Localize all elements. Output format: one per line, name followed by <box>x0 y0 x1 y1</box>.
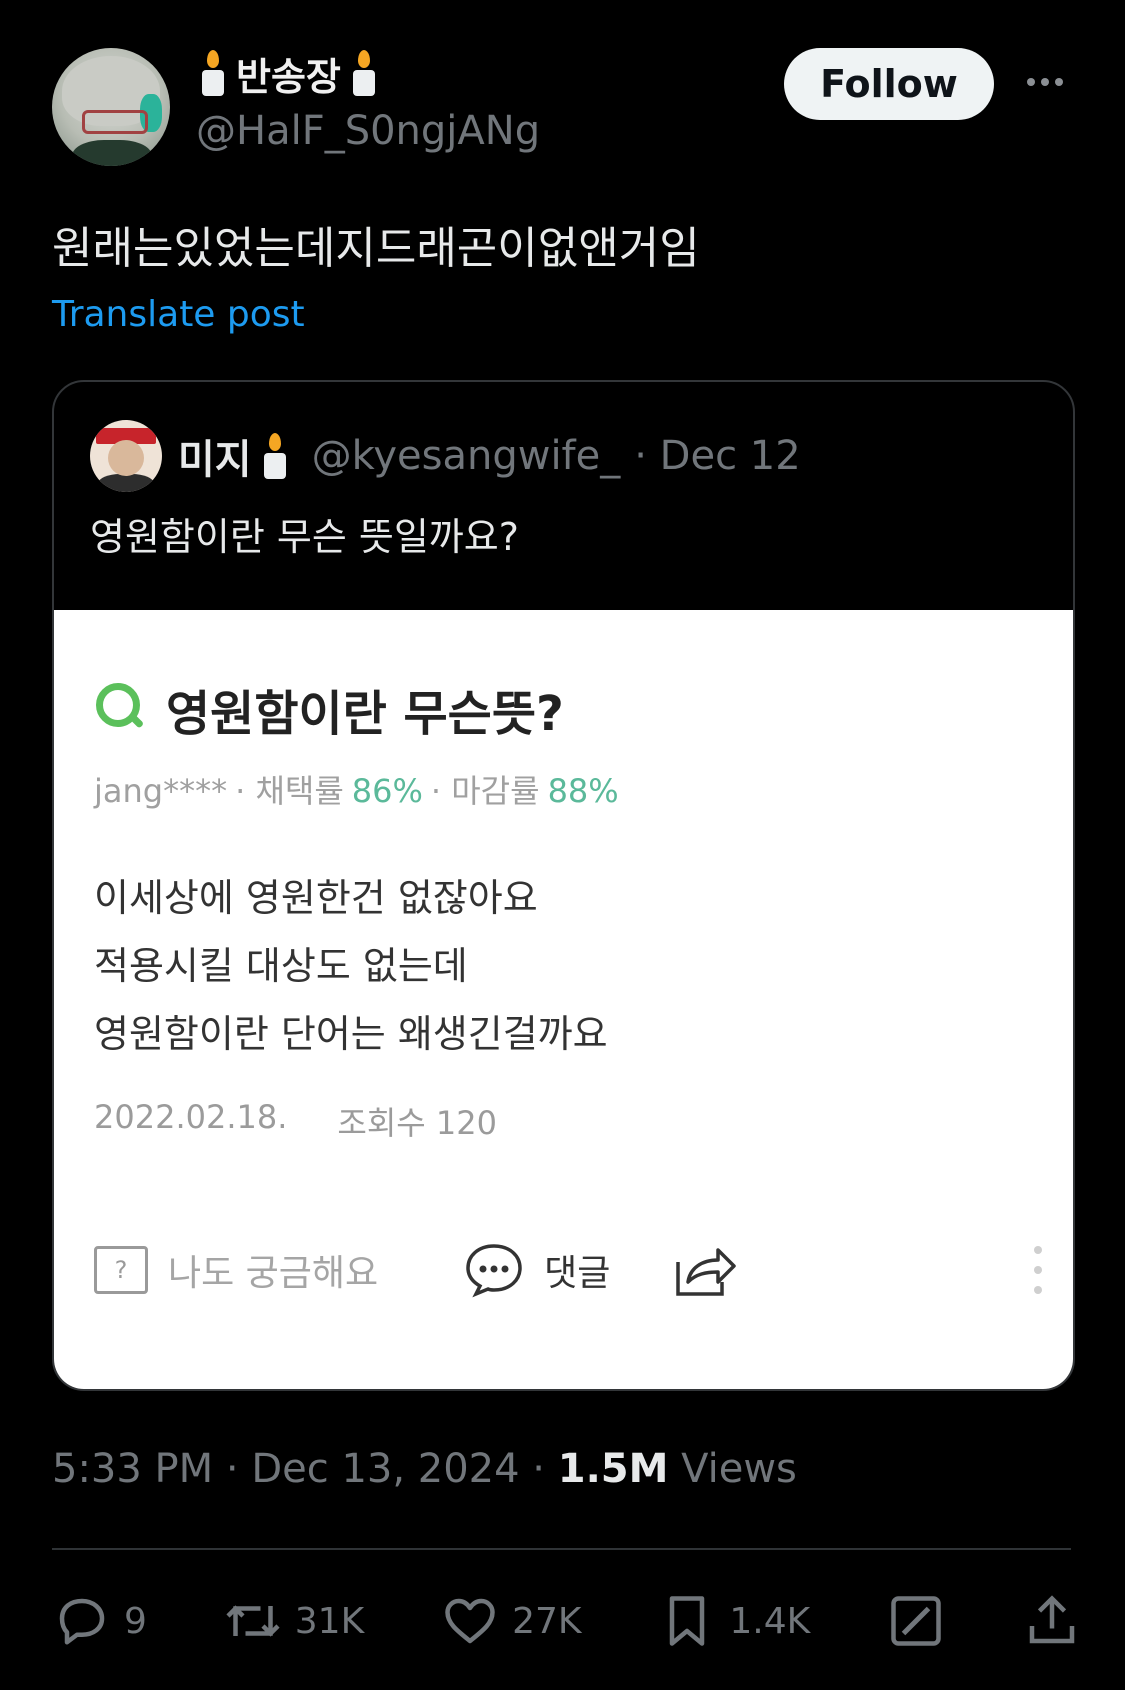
qa-body-line: 영원함이란 단어는 왜생긴걸까요 <box>94 1012 608 1056</box>
quoted-handle: @kyesangwife_ <box>311 433 621 479</box>
follow-button[interactable]: Follow <box>784 48 994 120</box>
bookmark-count: 1.4K <box>729 1600 811 1642</box>
speech-bubble-icon <box>466 1244 522 1298</box>
views-count: 1.5M <box>557 1446 669 1492</box>
candle-emoji-icon <box>262 431 288 481</box>
post-timestamp[interactable]: 5:33 PM · Dec 13, 2024 · 1.5M Views <box>52 1446 797 1492</box>
qa-title: 영원함이란 무슨뜻? <box>166 686 564 742</box>
curious-button: ? 나도 궁금해요 <box>94 1244 378 1296</box>
heart-icon <box>445 1598 495 1644</box>
reply-count: 9 <box>124 1600 147 1642</box>
repost-count: 31K <box>294 1600 365 1642</box>
comment-label: 댓글 <box>544 1253 611 1294</box>
bookmark-icon <box>670 1596 705 1646</box>
qa-body-line: 이세상에 영원한건 없잖아요 <box>94 876 538 920</box>
question-q-icon <box>94 681 150 737</box>
author-handle[interactable]: @HalF_S0ngjANg <box>196 108 540 154</box>
qa-date-row: 2022.02.18. 조회수 120 <box>94 1098 497 1144</box>
author-display-name[interactable]: 반송장 <box>236 46 341 101</box>
quoted-post-card[interactable]: 미지 @kyesangwife_ · Dec 12 영원함이란 무슨 뜻일까요?… <box>52 380 1075 1391</box>
candle-emoji-icon <box>351 48 377 98</box>
qa-adopt-value: 86% <box>351 772 423 810</box>
grok-button[interactable] <box>886 1591 946 1651</box>
views-label: Views <box>681 1446 797 1492</box>
qa-title-row: 영원함이란 무슨뜻? <box>94 674 564 744</box>
translate-post-link[interactable]: Translate post <box>52 294 305 335</box>
post-date[interactable]: Dec 13, 2024 <box>251 1446 519 1492</box>
author-avatar[interactable] <box>52 48 170 166</box>
vertical-more-icon <box>1034 1246 1042 1294</box>
qa-actions: ? 나도 궁금해요 댓글 <box>94 1238 1042 1302</box>
qa-body: 이세상에 영원한건 없잖아요 적용시킬 대상도 없는데 영원함이란 단어는 왜생… <box>94 864 608 1068</box>
candle-emoji-icon <box>200 48 226 98</box>
qa-body-line: 적용시킬 대상도 없는데 <box>94 944 468 988</box>
upload-share-icon <box>1029 1595 1075 1644</box>
reply-icon <box>59 1598 105 1645</box>
post-text: 원래는있었는데지드래곤이없앤거임 <box>52 223 700 274</box>
qa-adopt-label: · 채택률 <box>235 772 344 810</box>
grok-icon <box>891 1596 941 1646</box>
bookmark-button[interactable]: 1.4K <box>657 1591 810 1651</box>
quoted-display-name: 미지 <box>178 437 252 483</box>
qa-views: 조회수 120 <box>337 1104 497 1142</box>
quoted-date: · Dec 12 <box>634 433 801 479</box>
author-name-row[interactable]: 반송장 <box>200 46 377 101</box>
repost-button[interactable]: 31K <box>223 1591 364 1651</box>
quoted-image[interactable]: 영원함이란 무슨뜻? jang**** · 채택률 86% · 마감률 88% … <box>54 610 1073 1389</box>
qa-date: 2022.02.18. <box>94 1098 288 1136</box>
qa-user: jang**** <box>94 772 228 810</box>
quoted-author-avatar[interactable] <box>90 420 162 492</box>
curious-label: 나도 궁금해요 <box>168 1253 379 1294</box>
quoted-author-row: 미지 @kyesangwife_ · Dec 12 <box>178 418 801 494</box>
divider <box>52 1548 1071 1550</box>
repost-icon <box>226 1605 280 1637</box>
share-arrow-icon <box>676 1248 737 1296</box>
question-box-icon: ? <box>94 1246 148 1294</box>
engagement-bar: 9 31K 27K 1.4K <box>52 1586 1082 1656</box>
qa-close-label: · 마감률 <box>430 772 540 810</box>
qa-close-value: 88% <box>547 772 619 810</box>
reply-button[interactable]: 9 <box>52 1591 147 1651</box>
qa-meta: jang**** · 채택률 86% · 마감률 88% <box>94 766 619 812</box>
post-time[interactable]: 5:33 PM <box>52 1446 213 1492</box>
quoted-post-text: 영원함이란 무슨 뜻일까요? <box>90 515 519 559</box>
comment-button: 댓글 <box>464 1242 610 1298</box>
share-post-button[interactable] <box>1022 1591 1082 1651</box>
like-button[interactable]: 27K <box>440 1591 582 1651</box>
more-options-icon[interactable] <box>1020 62 1070 102</box>
like-count: 27K <box>512 1600 582 1642</box>
share-button <box>674 1242 738 1298</box>
